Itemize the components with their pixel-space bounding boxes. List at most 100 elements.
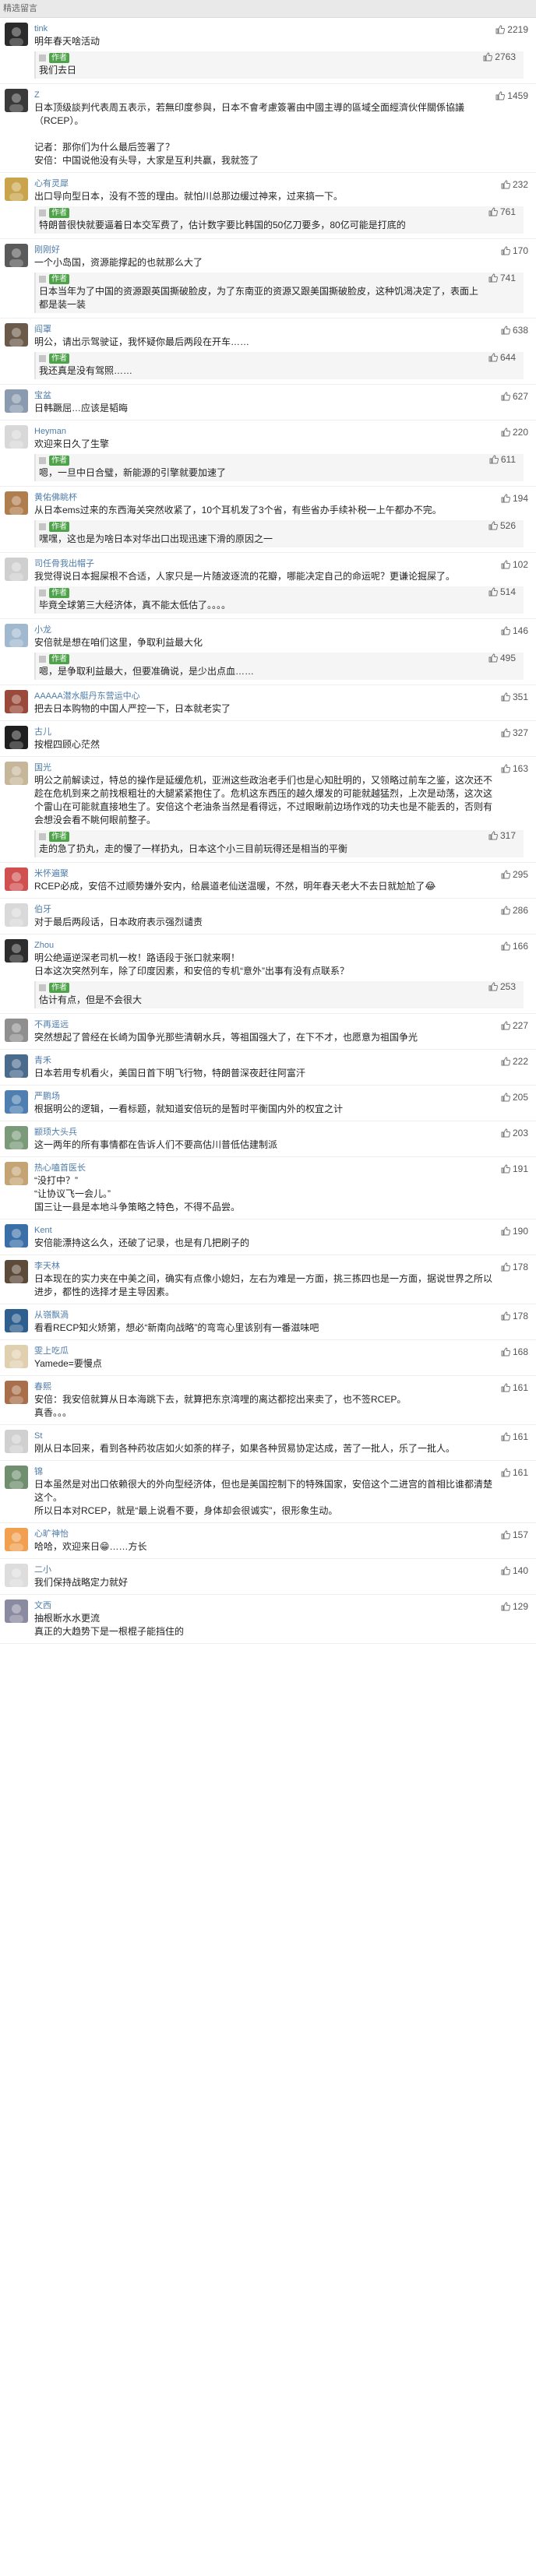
username[interactable]: 米怀遍聚 [34, 867, 524, 880]
reply-like-button[interactable]: 741 [488, 273, 516, 283]
like-button[interactable]: 2219 [495, 24, 528, 35]
username[interactable]: St [34, 1430, 524, 1442]
avatar[interactable] [5, 1126, 28, 1149]
avatar[interactable] [5, 244, 28, 267]
username[interactable]: 青禾 [34, 1054, 524, 1067]
username[interactable]: 锦 [34, 1466, 524, 1478]
avatar[interactable] [5, 726, 28, 749]
like-button[interactable]: 190 [501, 1226, 528, 1237]
reply-like-button[interactable]: 317 [488, 830, 516, 841]
like-button[interactable]: 161 [501, 1382, 528, 1393]
avatar[interactable] [5, 558, 28, 581]
like-button[interactable]: 1459 [495, 90, 528, 101]
avatar[interactable] [5, 491, 28, 515]
like-button[interactable]: 168 [501, 1346, 528, 1357]
username[interactable]: 从嶺飘渦 [34, 1309, 524, 1321]
avatar[interactable] [5, 1162, 28, 1185]
like-button[interactable]: 205 [501, 1092, 528, 1103]
like-button[interactable]: 163 [501, 763, 528, 774]
like-button[interactable]: 327 [501, 727, 528, 738]
username[interactable]: 刚刚好 [34, 244, 524, 256]
username[interactable]: 伯牙 [34, 903, 524, 916]
like-button[interactable]: 286 [501, 905, 528, 916]
reply-like-button[interactable]: 514 [488, 586, 516, 597]
username[interactable]: Heyman [34, 425, 524, 438]
like-button[interactable]: 194 [501, 493, 528, 504]
avatar[interactable] [5, 1599, 28, 1623]
reply-like-button[interactable]: 761 [488, 206, 516, 217]
reply-like-button[interactable]: 253 [488, 981, 516, 992]
like-button[interactable]: 166 [501, 941, 528, 952]
username[interactable]: 雯上吃瓜 [34, 1345, 524, 1357]
avatar[interactable] [5, 389, 28, 413]
avatar[interactable] [5, 762, 28, 785]
reply-like-button[interactable]: 644 [488, 352, 516, 363]
like-button[interactable]: 157 [501, 1529, 528, 1540]
username[interactable]: 宝盆 [34, 389, 524, 402]
reply-like-button[interactable]: 611 [489, 454, 516, 465]
avatar[interactable] [5, 1224, 28, 1248]
username[interactable]: AAAAA潜水艇丹东营运中心 [34, 690, 524, 702]
avatar[interactable] [5, 903, 28, 927]
username[interactable]: 颛顼大头兵 [34, 1126, 524, 1138]
username[interactable]: 热心嗑首医长 [34, 1162, 524, 1174]
like-button[interactable]: 102 [501, 559, 528, 570]
like-button[interactable]: 161 [501, 1431, 528, 1442]
avatar[interactable] [5, 1019, 28, 1042]
like-button[interactable]: 222 [501, 1056, 528, 1067]
avatar[interactable] [5, 1564, 28, 1587]
like-button[interactable]: 129 [501, 1601, 528, 1612]
like-button[interactable]: 627 [501, 391, 528, 402]
reply-like-button[interactable]: 495 [488, 653, 516, 663]
like-button[interactable]: 295 [501, 869, 528, 880]
avatar[interactable] [5, 1345, 28, 1368]
avatar[interactable] [5, 178, 28, 201]
like-button[interactable]: 220 [501, 427, 528, 438]
avatar[interactable] [5, 624, 28, 647]
username[interactable]: 黄佑佛眺杯 [34, 491, 524, 504]
avatar[interactable] [5, 1381, 28, 1404]
avatar[interactable] [5, 690, 28, 713]
avatar[interactable] [5, 89, 28, 112]
username[interactable]: Kent [34, 1224, 524, 1237]
username[interactable]: 古儿 [34, 726, 524, 738]
avatar[interactable] [5, 323, 28, 347]
avatar[interactable] [5, 1430, 28, 1453]
avatar[interactable] [5, 425, 28, 449]
avatar[interactable] [5, 23, 28, 46]
username[interactable]: 司任骨我出帽子 [34, 558, 524, 570]
username[interactable]: tink [34, 23, 524, 35]
username[interactable]: 心旷神怡 [34, 1528, 524, 1540]
like-button[interactable]: 178 [501, 1311, 528, 1321]
avatar[interactable] [5, 1090, 28, 1114]
like-button[interactable]: 191 [501, 1163, 528, 1174]
avatar[interactable] [5, 867, 28, 891]
avatar[interactable] [5, 1466, 28, 1489]
like-button[interactable]: 161 [501, 1467, 528, 1478]
like-button[interactable]: 170 [501, 245, 528, 256]
like-button[interactable]: 146 [501, 625, 528, 636]
username[interactable]: 春熙 [34, 1381, 524, 1393]
username[interactable]: 阎罩 [34, 323, 524, 336]
username[interactable]: 不再遥远 [34, 1019, 524, 1031]
username[interactable]: 文西 [34, 1599, 524, 1612]
reply-like-button[interactable]: 2763 [483, 51, 516, 62]
username[interactable]: 李天林 [34, 1260, 524, 1272]
username[interactable]: 心有灵犀 [34, 178, 524, 190]
like-button[interactable]: 203 [501, 1128, 528, 1138]
reply-like-button[interactable]: 526 [488, 520, 516, 531]
like-button[interactable]: 140 [501, 1565, 528, 1576]
like-button[interactable]: 638 [501, 325, 528, 336]
like-button[interactable]: 227 [501, 1020, 528, 1031]
username[interactable]: 二小 [34, 1564, 524, 1576]
username[interactable]: 小龙 [34, 624, 524, 636]
like-button[interactable]: 232 [501, 179, 528, 190]
avatar[interactable] [5, 939, 28, 962]
avatar[interactable] [5, 1528, 28, 1551]
username[interactable]: 国光 [34, 762, 524, 774]
like-button[interactable]: 178 [501, 1262, 528, 1272]
username[interactable]: 严鹏场 [34, 1090, 524, 1103]
avatar[interactable] [5, 1309, 28, 1332]
like-button[interactable]: 351 [501, 692, 528, 702]
avatar[interactable] [5, 1054, 28, 1078]
